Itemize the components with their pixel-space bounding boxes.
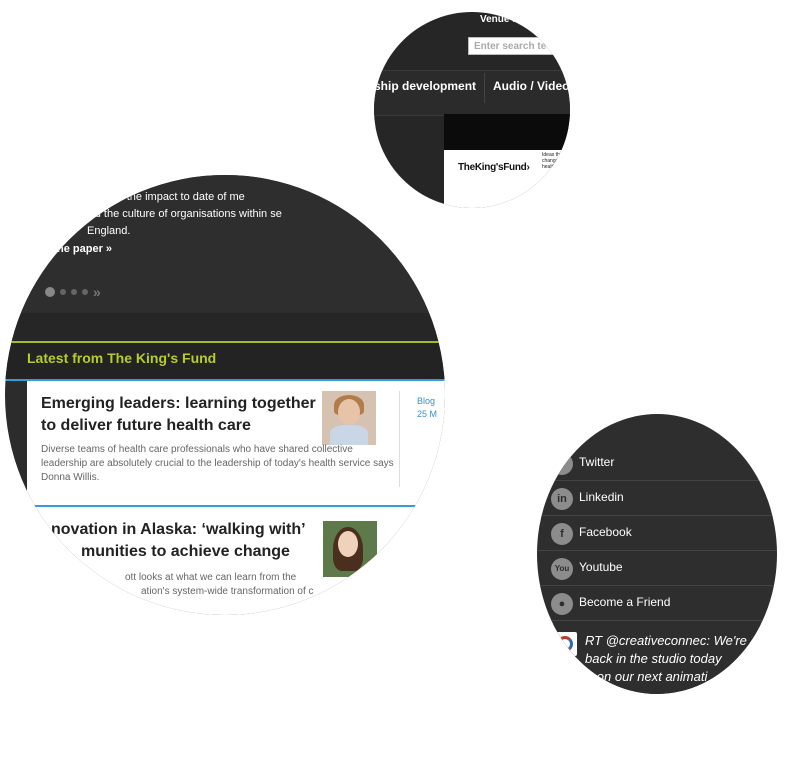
- person-icon: ●: [551, 593, 573, 615]
- social-label: Twitter: [579, 455, 615, 469]
- tweet-avatar: [553, 632, 577, 656]
- main-nav: ship development Audio / Video: [374, 70, 570, 116]
- linkedin-icon: in: [551, 488, 573, 510]
- youtube-icon: You: [551, 558, 573, 580]
- social-label: Facebook: [579, 525, 632, 539]
- slider-line: England.: [87, 225, 131, 237]
- summary-line: ott looks at what we can learn from the: [125, 572, 297, 583]
- social-label: Youtube: [579, 560, 623, 574]
- tweet-line: RT @creativeconnec: We're: [585, 633, 747, 648]
- news-card[interactable]: novation in Alaska: ‘walking with’ munit…: [5, 507, 445, 615]
- latest-title: Latest from The King's Fund: [27, 350, 217, 366]
- content-zoom: ment of the impact to date of me ators a…: [5, 175, 445, 615]
- facebook-icon: f: [551, 523, 573, 545]
- social-label: Become a Friend: [579, 595, 671, 609]
- latest-header: Latest from The King's Fund: [5, 343, 445, 379]
- tweet[interactable]: RT @creativeconnec: We're back in the st…: [537, 624, 777, 694]
- card-type-link[interactable]: Blog: [417, 395, 437, 408]
- nav-leadership-development[interactable]: ship development: [374, 71, 476, 115]
- social-link-twitter[interactable]: t Twitter: [537, 446, 777, 481]
- nav-divider: [484, 73, 485, 103]
- slider-line: ment of the impact to date of me: [87, 191, 245, 203]
- read-paper-link[interactable]: he paper »: [57, 243, 112, 255]
- social-link-youtube[interactable]: You Youtube: [537, 551, 777, 586]
- title-line: munities to achieve change: [81, 543, 290, 560]
- news-card-summary: ott looks at what we can learn from the …: [65, 571, 325, 599]
- social-link-linkedin[interactable]: in Linkedin: [537, 481, 777, 516]
- news-card[interactable]: Emerging leaders: learning together to d…: [27, 381, 445, 505]
- tweet-text: RT @creativeconnec: We're back in the st…: [565, 632, 765, 686]
- card-meta: Blog 25 M: [417, 395, 437, 421]
- slider-next-icon[interactable]: »: [93, 284, 101, 300]
- tweet-line: back in the studio today: [585, 651, 722, 666]
- social-link-become-friend[interactable]: ● Become a Friend: [537, 586, 777, 621]
- card-divider: [399, 391, 400, 487]
- logo-tagline: Ideas that change health care: [542, 152, 567, 170]
- kings-fund-logo[interactable]: TheKing'sFund›: [458, 162, 530, 173]
- news-card-title[interactable]: Emerging leaders: learning together to d…: [41, 393, 321, 437]
- social-label: Linkedin: [579, 490, 624, 504]
- social-zoom: t Twitter in Linkedin f Facebook You You…: [537, 414, 777, 694]
- banner-band: [444, 114, 570, 150]
- read-more-arrow-icon: »: [105, 243, 113, 255]
- slider-dot[interactable]: [60, 288, 66, 295]
- nav-audio-video[interactable]: Audio / Video: [493, 71, 569, 115]
- author-photo: [323, 521, 377, 577]
- summary-line: ation's system-wide transformation of c: [141, 586, 314, 597]
- author-photo: [322, 391, 376, 445]
- slider-line: ators and the culture of organisations w…: [55, 208, 282, 220]
- search-input[interactable]: Enter search te: [468, 37, 570, 55]
- slider-dot[interactable]: [71, 288, 77, 295]
- slider-text: ment of the impact to date of me ators a…: [5, 189, 335, 240]
- slider-pagination: »: [45, 283, 101, 300]
- title-line: novation in Alaska: ‘walking with’: [51, 521, 306, 538]
- slider-dot[interactable]: [45, 286, 55, 297]
- news-card-title[interactable]: novation in Alaska: ‘walking with’ munit…: [51, 519, 341, 563]
- card-date: 25 M: [417, 409, 438, 419]
- section-band: [5, 313, 445, 341]
- twitter-icon: t: [551, 453, 573, 475]
- slider-dot[interactable]: [82, 288, 88, 295]
- social-link-facebook[interactable]: f Facebook: [537, 516, 777, 551]
- news-card-summary: Diverse teams of health care professiona…: [41, 444, 394, 483]
- read-paper-label: he paper: [57, 243, 103, 255]
- venue-hire-link[interactable]: Venue h: [480, 14, 518, 25]
- tweet-line: rking on our next animati: [565, 669, 708, 684]
